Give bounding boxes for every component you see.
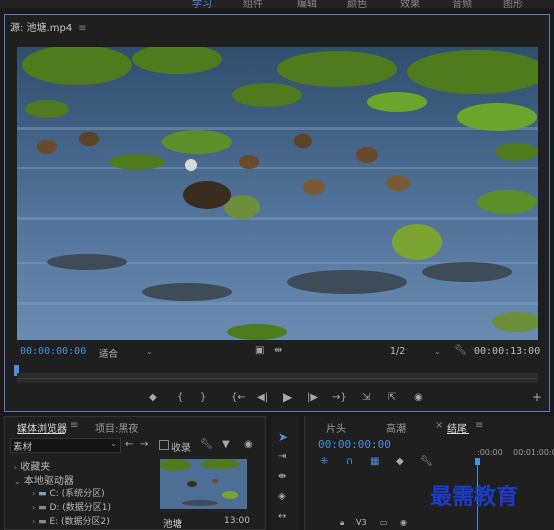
marker-icon[interactable]: ◆ [396,457,404,467]
ripple-edit-icon[interactable]: ⇼ [278,472,286,482]
chevron-right-icon[interactable]: › [32,503,35,512]
back-arrow-icon[interactable]: ← [125,440,133,450]
tab-project[interactable]: 项目:黑夜 [95,420,138,435]
ruler-label: :00:00 [477,448,503,457]
nest-icon[interactable]: ⁜ [320,457,328,467]
tree-item-favorites[interactable]: › 收藏夹 [14,458,50,473]
fit-dropdown[interactable]: 适合 [99,346,118,360]
add-icon[interactable]: + [532,391,542,403]
chevron-right-icon[interactable]: › [14,463,17,472]
overwrite-icon[interactable]: ⇱ [388,393,396,403]
ingest-label: 收录 [171,443,191,454]
timeline-ruler[interactable]: :00:00 00:01:00:00 [475,448,554,465]
watermark-text: 最需教育 [430,484,519,510]
tree-item-drive-d[interactable]: › ▬ D: (数据分区1) [32,500,111,513]
timeline-timecode[interactable]: 00:00:00:00 [318,438,391,451]
wrench-icon[interactable]: 🔧︎ [454,346,467,356]
source-monitor-title: 源: 池塘.mp4 [10,23,73,34]
play-icon[interactable]: ▶ [283,391,292,403]
tree-item-local-drives[interactable]: ⌄ 本地驱动器 [14,472,74,487]
workspace-tab-color[interactable]: 颜色 [347,0,367,8]
video-preview[interactable] [17,47,538,340]
workspace-tab-audio[interactable]: 音频 [452,0,472,8]
tools-panel: ➤ ⇥ ⇼ ◈ ↔ [271,416,299,530]
clip-thumbnail-image [160,459,247,509]
wrench-icon[interactable]: 🔧︎ [200,440,213,450]
export-frame-icon[interactable]: ◉ [414,393,423,403]
pond-frame-image [17,47,538,340]
drive-icon: ▬ [38,489,47,499]
slip-tool-icon[interactable]: ↔ [278,512,286,522]
active-tab-underline [17,433,65,434]
filter-dropdown[interactable]: 素材 ⌄ [10,438,121,453]
sync-lock-icon[interactable]: ▭ [380,518,388,528]
clip-name: 池塘 [163,519,183,530]
drag-video-icon[interactable]: ⇹ [274,346,282,356]
source-timecode-duration: 00:00:13:00 [474,346,541,357]
hamburger-icon[interactable]: ≡ [475,420,483,431]
source-timecode-current[interactable]: 00:00:00:00 [20,346,86,357]
drive-icon: ▬ [38,517,47,527]
mark-out-icon[interactable]: } [200,393,206,403]
ruler-label: 00:01:00:00 [513,448,554,457]
scrub-bar[interactable] [17,373,538,383]
workspace-tab-learn[interactable]: 学习 [192,0,212,8]
hamburger-icon[interactable]: ≡ [78,23,86,34]
clip-duration: 13:00 [224,516,250,526]
tree-item-label: C: (系统分区) [49,489,105,499]
snap-icon[interactable]: ∩ [346,457,353,467]
workspace-tab-graphics[interactable]: 图形 [503,0,523,8]
tree-item-drive-e[interactable]: › ▬ E: (数据分区2) [32,514,110,527]
workspace-bar: 学习 组件 编辑 颜色 效果 音频 图形 [0,0,554,8]
go-to-out-icon[interactable]: →} [332,393,347,403]
chevron-down-icon: ⌄ [110,439,117,448]
linked-selection-icon[interactable]: ▦ [370,457,379,467]
step-back-icon[interactable]: ◀| [257,393,268,403]
mark-in-icon[interactable]: { [177,393,183,403]
razor-icon[interactable]: ◈ [278,492,286,502]
track-select-icon[interactable]: ⇥ [278,452,286,462]
step-forward-icon[interactable]: |▶ [307,393,318,403]
eye-icon[interactable]: ◉ [400,518,407,528]
tree-item-drive-c[interactable]: › ▬ C: (系统分区) [32,486,105,499]
marker-icon[interactable]: ◆ [149,393,157,403]
chevron-down-icon[interactable]: ⌄ [146,347,153,356]
chevron-down-icon[interactable]: ⌄ [434,347,441,356]
active-tab-underline [447,433,469,434]
tab-sequence-intro[interactable]: 片头 [326,420,346,435]
workspace-tab-effects[interactable]: 效果 [400,0,420,8]
lock-icon[interactable]: 🔒︎ [340,518,344,528]
workspace-tab-edit[interactable]: 编辑 [297,0,317,8]
selection-tool-icon[interactable]: ➤ [278,431,288,443]
chevron-right-icon[interactable]: › [32,489,35,498]
workspace-tab-assembly[interactable]: 组件 [243,0,263,8]
tree-item-label: E: (数据分区2) [49,517,110,527]
filter-icon[interactable]: ▼ [222,440,230,450]
hamburger-icon[interactable]: ≡ [70,420,78,431]
drive-icon: ▬ [38,503,47,513]
wrench-icon[interactable]: 🔧︎ [420,457,433,467]
insert-icon[interactable]: ⇲ [362,393,370,403]
resolution-dropdown[interactable]: 1/2 [390,346,405,357]
clip-thumbnail[interactable] [160,459,247,509]
chevron-down-icon[interactable]: ⌄ [14,477,21,486]
track-label-v3[interactable]: V3 [356,518,367,527]
ingest-checkbox[interactable] [159,440,169,450]
tree-item-label: D: (数据分区1) [49,503,112,513]
clip-settings-icon[interactable]: ▣ [255,346,264,356]
tab-sequence-climax[interactable]: 高潮 [386,420,406,435]
eye-icon[interactable]: ◉ [244,440,253,450]
source-monitor-tab[interactable]: 源: 池塘.mp4 ≡ [10,19,87,35]
go-to-in-icon[interactable]: {← [231,393,246,403]
chevron-right-icon[interactable]: › [32,517,35,526]
close-icon[interactable]: × [435,420,443,431]
filter-value: 素材 [13,442,33,453]
forward-arrow-icon[interactable]: → [140,440,148,450]
